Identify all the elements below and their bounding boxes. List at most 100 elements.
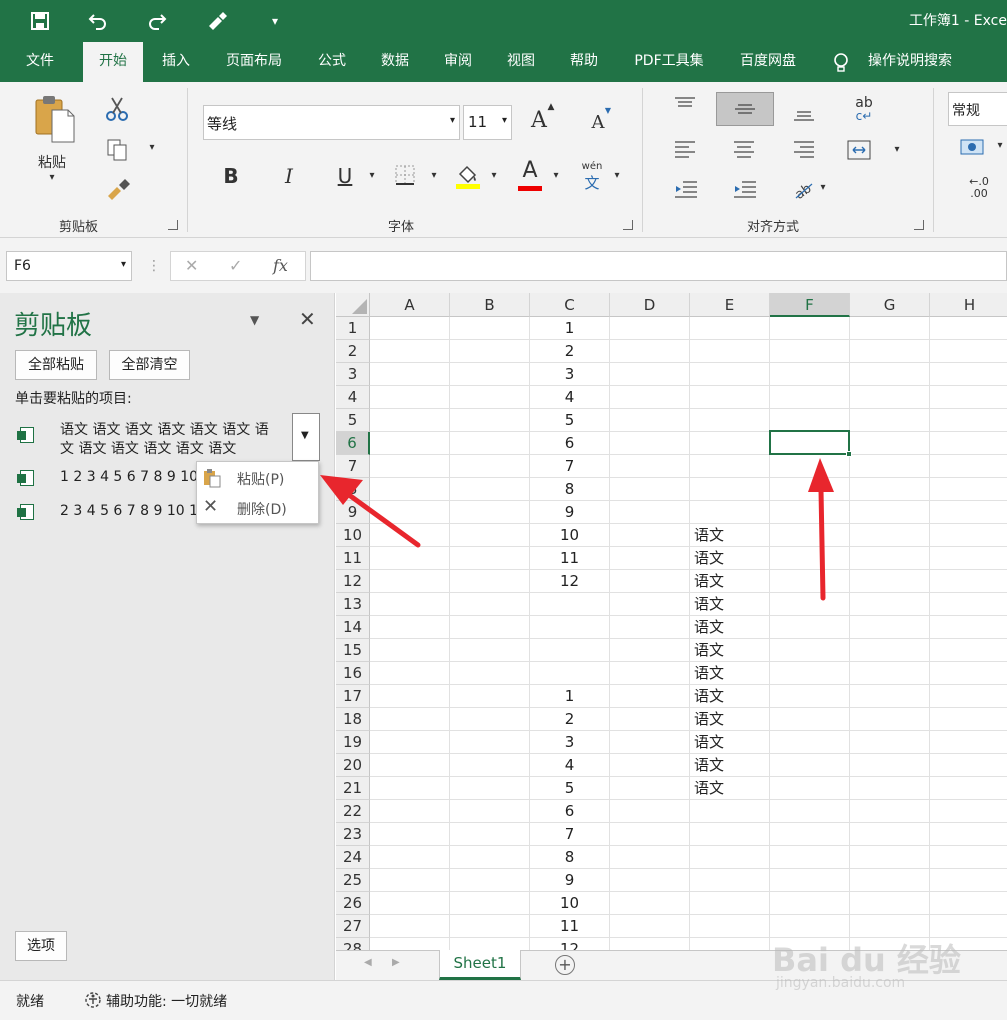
cell-b21[interactable] [450, 777, 530, 800]
align-bottom-icon[interactable] [793, 108, 815, 124]
cell-a24[interactable] [370, 846, 450, 869]
cell-a17[interactable] [370, 685, 450, 708]
formula-input[interactable] [310, 251, 1007, 281]
cell-g14[interactable] [850, 616, 930, 639]
cell-d25[interactable] [610, 869, 690, 892]
cell-f27[interactable] [770, 915, 850, 938]
row-header[interactable]: 24 [336, 846, 370, 869]
cell-a13[interactable] [370, 593, 450, 616]
cell-b8[interactable] [450, 478, 530, 501]
merge-center-icon[interactable] [846, 140, 872, 160]
cell-d27[interactable] [610, 915, 690, 938]
cell-h9[interactable] [930, 501, 1007, 524]
cell-e19[interactable]: 语文 [690, 731, 770, 754]
cell-g2[interactable] [850, 340, 930, 363]
phonetic-dropdown-icon[interactable]: ▾ [611, 170, 623, 181]
cell-f3[interactable] [770, 363, 850, 386]
cell-a15[interactable] [370, 639, 450, 662]
cell-h5[interactable] [930, 409, 1007, 432]
clear-all-button[interactable]: 全部清空 [109, 350, 190, 380]
borders-icon[interactable] [393, 164, 417, 188]
cell-d19[interactable] [610, 731, 690, 754]
cell-e2[interactable] [690, 340, 770, 363]
cell-b12[interactable] [450, 570, 530, 593]
cell-a11[interactable] [370, 547, 450, 570]
column-header-d[interactable]: D [610, 293, 690, 317]
cell-a1[interactable] [370, 317, 450, 340]
cell-c6[interactable]: 6 [530, 432, 610, 455]
cell-h10[interactable] [930, 524, 1007, 547]
cell-f2[interactable] [770, 340, 850, 363]
row-header[interactable]: 14 [336, 616, 370, 639]
add-sheet-button[interactable]: + [555, 955, 575, 975]
cell-b23[interactable] [450, 823, 530, 846]
fill-color-dropdown-icon[interactable]: ▾ [488, 170, 500, 181]
cell-d5[interactable] [610, 409, 690, 432]
column-header-f[interactable]: F [770, 293, 850, 317]
number-format-box[interactable]: 常规 [948, 92, 1007, 126]
orientation-dropdown-icon[interactable]: ▾ [817, 182, 829, 193]
cell-a19[interactable] [370, 731, 450, 754]
accessibility-icon[interactable] [84, 991, 102, 1009]
cell-a21[interactable] [370, 777, 450, 800]
cell-b9[interactable] [450, 501, 530, 524]
copy-icon[interactable] [104, 138, 130, 162]
chevron-down-icon[interactable]: ▾ [450, 115, 455, 126]
cell-d10[interactable] [610, 524, 690, 547]
row-header[interactable]: 15 [336, 639, 370, 662]
row-header[interactable]: 22 [336, 800, 370, 823]
select-all-corner[interactable] [336, 293, 370, 317]
cell-a12[interactable] [370, 570, 450, 593]
cell-b4[interactable] [450, 386, 530, 409]
cell-e27[interactable] [690, 915, 770, 938]
cell-g6[interactable] [850, 432, 930, 455]
cancel-icon[interactable]: ✕ [185, 256, 198, 275]
cell-g1[interactable] [850, 317, 930, 340]
cell-f1[interactable] [770, 317, 850, 340]
cell-d22[interactable] [610, 800, 690, 823]
cell-e11[interactable]: 语文 [690, 547, 770, 570]
row-header[interactable]: 3 [336, 363, 370, 386]
cell-f12[interactable] [770, 570, 850, 593]
alignment-launcher-icon[interactable] [914, 220, 924, 230]
drag-handle-icon[interactable]: ⋮ [147, 258, 161, 274]
cut-icon[interactable] [104, 96, 130, 122]
cell-h22[interactable] [930, 800, 1007, 823]
cell-d4[interactable] [610, 386, 690, 409]
column-header-c[interactable]: C [530, 293, 610, 317]
cell-f22[interactable] [770, 800, 850, 823]
cell-b3[interactable] [450, 363, 530, 386]
tab-formulas[interactable]: 公式 [306, 42, 358, 82]
tab-pdf-tools[interactable]: PDF工具集 [624, 42, 714, 82]
cell-h4[interactable] [930, 386, 1007, 409]
underline-button[interactable]: U [332, 164, 358, 188]
cell-d1[interactable] [610, 317, 690, 340]
options-button[interactable]: 选项 [15, 931, 67, 961]
format-painter-icon[interactable] [104, 176, 132, 200]
align-center-icon[interactable] [733, 140, 755, 160]
cell-e22[interactable] [690, 800, 770, 823]
cell-c28[interactable]: 12 [530, 938, 610, 950]
cell-d9[interactable] [610, 501, 690, 524]
cell-d3[interactable] [610, 363, 690, 386]
cell-g5[interactable] [850, 409, 930, 432]
cell-a6[interactable] [370, 432, 450, 455]
bold-button[interactable]: B [218, 164, 244, 188]
cell-a10[interactable] [370, 524, 450, 547]
font-name-box[interactable]: 等线 ▾ [203, 105, 460, 140]
shrink-font-button[interactable]: A [587, 112, 609, 133]
cell-d17[interactable] [610, 685, 690, 708]
cell-f18[interactable] [770, 708, 850, 731]
customize-toolbar-icon[interactable]: ▾ [260, 8, 290, 34]
clipboard-launcher-icon[interactable] [168, 220, 178, 230]
row-header[interactable]: 4 [336, 386, 370, 409]
close-icon[interactable]: ✕ [299, 307, 316, 331]
align-left-icon[interactable] [674, 140, 696, 160]
clipboard-item[interactable]: 语文 语文 语文 语文 语文 语文 语 文 语文 语文 语文 语文 语文 ▼ [10, 413, 320, 463]
cell-b2[interactable] [450, 340, 530, 363]
tab-help[interactable]: 帮助 [558, 42, 610, 82]
cell-e16[interactable]: 语文 [690, 662, 770, 685]
cell-d20[interactable] [610, 754, 690, 777]
row-header[interactable]: 10 [336, 524, 370, 547]
cell-g8[interactable] [850, 478, 930, 501]
